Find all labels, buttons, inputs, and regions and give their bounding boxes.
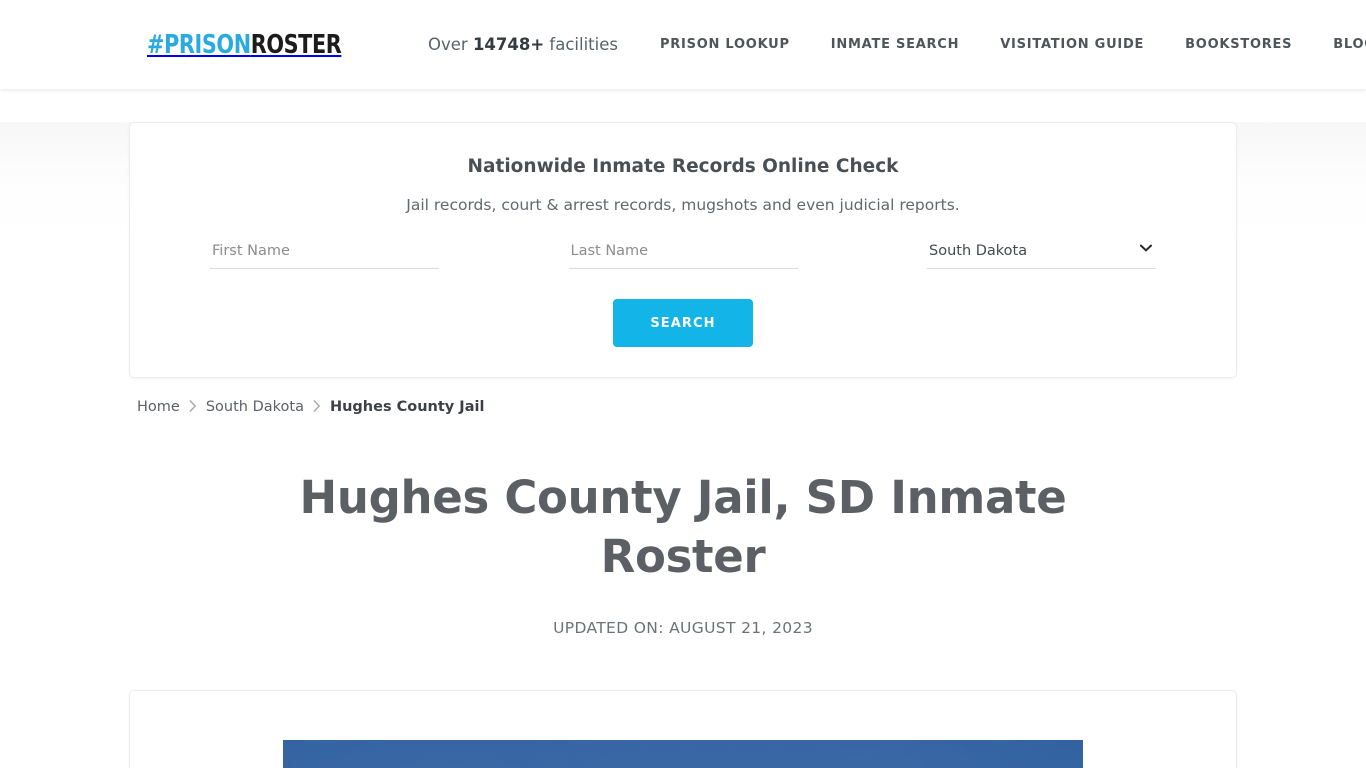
search-button-row: SEARCH <box>160 299 1206 347</box>
nav-item-prison-lookup[interactable]: PRISON LOOKUP <box>660 31 790 58</box>
updated-on-label: UPDATED ON: AUGUST 21, 2023 <box>553 618 813 637</box>
breadcrumb-separator-icon <box>189 399 197 415</box>
first-name-input[interactable] <box>210 240 439 269</box>
facilities-prefix: Over <box>428 35 473 54</box>
facilities-count-label: Over 14748+ facilities <box>428 35 618 54</box>
nav-item-visitation-guide[interactable]: VISITATION GUIDE <box>1000 31 1144 58</box>
breadcrumb-separator-icon <box>313 399 321 415</box>
last-name-input[interactable] <box>568 240 798 269</box>
breadcrumb-item-home[interactable]: Home <box>137 399 180 415</box>
search-card-subtitle: Jail records, court & arrest records, mu… <box>406 196 960 214</box>
search-button[interactable]: SEARCH <box>613 299 753 347</box>
logo-prefix: #PRISON <box>147 29 251 60</box>
article-card <box>129 689 1237 768</box>
nav-item-inmate-search[interactable]: INMATE SEARCH <box>831 31 959 58</box>
breadcrumb: Home South Dakota Hughes County Jail <box>129 399 1237 415</box>
search-card-title: Nationwide Inmate Records Online Check <box>467 156 899 177</box>
facility-photo <box>283 739 1083 768</box>
state-field: South Dakota <box>927 240 1156 269</box>
inmate-search-form: South Dakota <box>160 240 1206 269</box>
page-body: Nationwide Inmate Records Online Check J… <box>0 122 1366 768</box>
first-name-field <box>210 240 439 269</box>
main-navigation: PRISON LOOKUP INMATE SEARCH VISITATION G… <box>660 31 1366 58</box>
page-container: Nationwide Inmate Records Online Check J… <box>129 122 1237 768</box>
last-name-field <box>568 240 798 269</box>
breadcrumb-item-current: Hughes County Jail <box>329 399 485 415</box>
header-inner: #PRISONROSTER Over 14748+ facilities PRI… <box>129 29 1366 60</box>
site-header: #PRISONROSTER Over 14748+ facilities PRI… <box>0 0 1366 89</box>
inmate-search-card: Nationwide Inmate Records Online Check J… <box>129 122 1237 378</box>
site-logo[interactable]: #PRISONROSTER <box>147 29 342 60</box>
facilities-suffix: facilities <box>544 35 618 54</box>
nav-item-bookstores[interactable]: BOOKSTORES <box>1185 31 1292 58</box>
breadcrumb-item-state[interactable]: South Dakota <box>206 399 304 415</box>
page-title: Hughes County Jail, SD Inmate Roster <box>299 471 1067 584</box>
logo-suffix: ROSTER <box>250 29 342 60</box>
facilities-number: 14748+ <box>472 35 545 54</box>
nav-item-blog[interactable]: BLOG <box>1333 31 1366 58</box>
state-select[interactable]: South Dakota <box>927 240 1156 269</box>
